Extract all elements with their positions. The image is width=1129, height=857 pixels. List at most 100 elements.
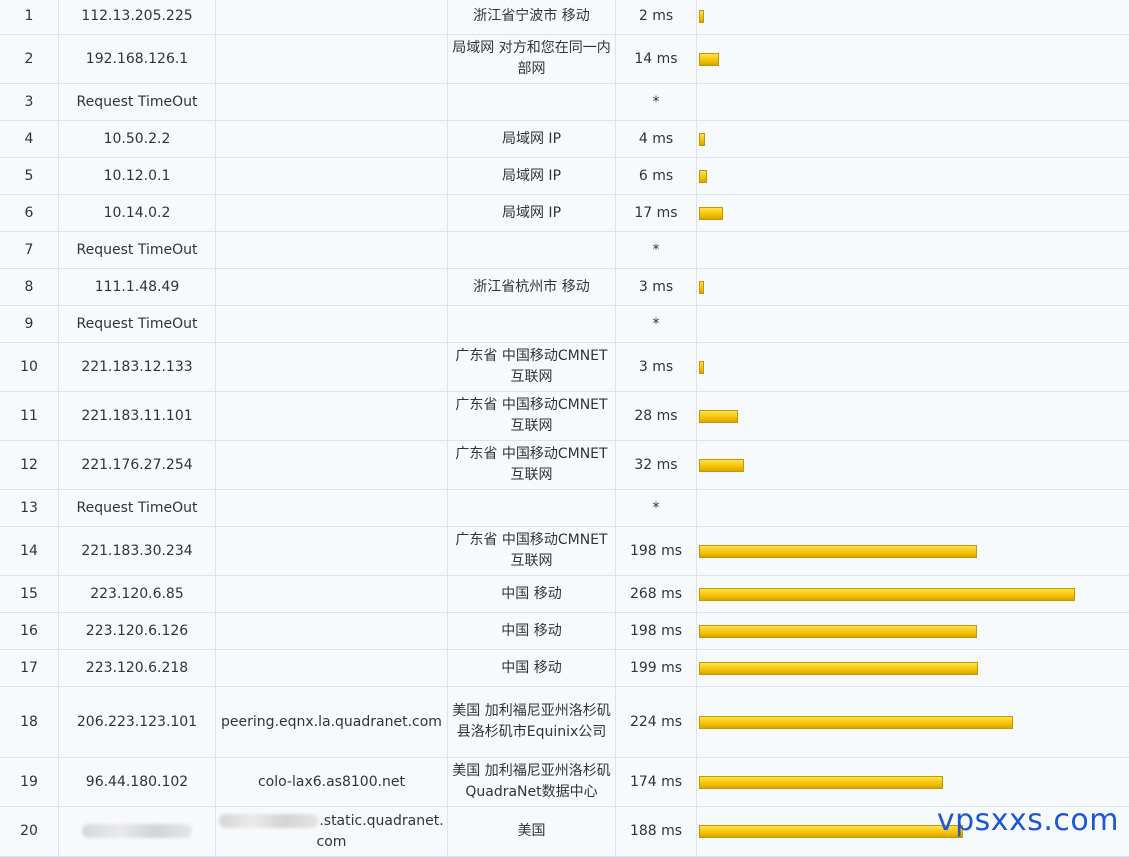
hop-time: 3 ms — [616, 343, 697, 392]
hop-ip: 221.183.11.101 — [59, 392, 216, 441]
hop-location — [448, 84, 616, 121]
hop-hostname — [216, 232, 448, 269]
latency-bar-cell — [697, 0, 1129, 35]
hop-row: 16223.120.6.126中国 移动198 ms — [0, 613, 1129, 650]
hop-row: 8111.1.48.49浙江省杭州市 移动3 ms — [0, 269, 1129, 306]
hop-hostname — [216, 613, 448, 650]
hop-row: 14221.183.30.234广东省 中国移动CMNET互联网198 ms — [0, 527, 1129, 576]
hop-location: 美国 — [448, 807, 616, 857]
latency-bar-cell — [697, 232, 1129, 269]
hop-location: 局域网 IP — [448, 158, 616, 195]
latency-bar-cell — [697, 343, 1129, 392]
latency-bar — [699, 825, 963, 838]
latency-bar — [699, 170, 707, 183]
hop-hostname — [216, 392, 448, 441]
hop-ip: 221.183.30.234 — [59, 527, 216, 576]
hop-hostname — [216, 195, 448, 232]
hop-hostname — [216, 306, 448, 343]
hop-time: 32 ms — [616, 441, 697, 490]
hop-location — [448, 490, 616, 527]
latency-bar — [699, 625, 977, 638]
hop-ip: Request TimeOut — [59, 84, 216, 121]
hop-time: 3 ms — [616, 269, 697, 306]
latency-bar — [699, 133, 705, 146]
latency-bar-cell — [697, 527, 1129, 576]
hop-hostname — [216, 0, 448, 35]
hop-number: 4 — [0, 121, 59, 158]
hop-hostname — [216, 121, 448, 158]
hop-time: 199 ms — [616, 650, 697, 687]
hop-ip: 111.1.48.49 — [59, 269, 216, 306]
latency-bar-cell — [697, 195, 1129, 232]
hop-row: 7Request TimeOut* — [0, 232, 1129, 269]
hop-number: 19 — [0, 758, 59, 807]
hop-hostname — [216, 35, 448, 84]
hop-time: 2 ms — [616, 0, 697, 35]
hop-row: 410.50.2.2局域网 IP4 ms — [0, 121, 1129, 158]
latency-bar — [699, 716, 1013, 729]
latency-bar — [699, 410, 738, 423]
latency-bar-cell — [697, 158, 1129, 195]
hop-number: 12 — [0, 441, 59, 490]
hop-row: 11221.183.11.101广东省 中国移动CMNET互联网28 ms — [0, 392, 1129, 441]
hop-ip: 206.223.123.101 — [59, 687, 216, 758]
hop-hostname: .static.quadranet.com — [216, 807, 448, 857]
latency-bar-cell — [697, 490, 1129, 527]
hop-row: 17223.120.6.218中国 移动199 ms — [0, 650, 1129, 687]
hop-location: 广东省 中国移动CMNET互联网 — [448, 441, 616, 490]
hop-hostname — [216, 343, 448, 392]
hop-hostname — [216, 158, 448, 195]
redacted-host-prefix — [219, 814, 319, 828]
hop-number: 13 — [0, 490, 59, 527]
hop-ip: 112.13.205.225 — [59, 0, 216, 35]
latency-bar-cell — [697, 687, 1129, 758]
hop-hostname — [216, 650, 448, 687]
hop-number: 3 — [0, 84, 59, 121]
hop-row: 9Request TimeOut* — [0, 306, 1129, 343]
hop-row: 13Request TimeOut* — [0, 490, 1129, 527]
hop-number: 2 — [0, 35, 59, 84]
traceroute-table: 1112.13.205.225 浙江省宁波市 移动2 ms 2192.168.126… — [0, 0, 1129, 857]
redacted-ip — [82, 824, 192, 838]
hop-location — [448, 232, 616, 269]
hop-time: 17 ms — [616, 195, 697, 232]
hop-ip: 223.120.6.85 — [59, 576, 216, 613]
hop-time: 198 ms — [616, 527, 697, 576]
latency-bar — [699, 662, 978, 675]
hop-row: 510.12.0.1局域网 IP6 ms — [0, 158, 1129, 195]
hop-time: 224 ms — [616, 687, 697, 758]
hop-time: 268 ms — [616, 576, 697, 613]
hop-ip: 192.168.126.1 — [59, 35, 216, 84]
hop-time: 4 ms — [616, 121, 697, 158]
hop-hostname: colo-lax6.as8100.net — [216, 758, 448, 807]
hop-location: 浙江省宁波市 移动 — [448, 0, 616, 35]
hop-row: 12221.176.27.254 广东省 中国移动CMNET互联网32 ms — [0, 441, 1129, 490]
hop-number: 20 — [0, 807, 59, 857]
latency-bar-cell — [697, 758, 1129, 807]
hop-number: 10 — [0, 343, 59, 392]
hop-hostname — [216, 490, 448, 527]
latency-bar-cell — [697, 306, 1129, 343]
hop-ip — [59, 807, 216, 857]
hop-ip: 221.176.27.254 — [59, 441, 216, 490]
hop-ip: Request TimeOut — [59, 306, 216, 343]
latency-bar-cell — [697, 84, 1129, 121]
hop-number: 15 — [0, 576, 59, 613]
hop-number: 6 — [0, 195, 59, 232]
hop-number: 16 — [0, 613, 59, 650]
hop-row: 610.14.0.2局域网 IP17 ms — [0, 195, 1129, 232]
hop-row: 15223.120.6.85中国 移动268 ms — [0, 576, 1129, 613]
latency-bar — [699, 776, 943, 789]
hop-hostname: peering.eqnx.la.quadranet.com — [216, 687, 448, 758]
hop-number: 7 — [0, 232, 59, 269]
hop-time: * — [616, 84, 697, 121]
hop-number: 1 — [0, 0, 59, 35]
hop-ip: 223.120.6.218 — [59, 650, 216, 687]
latency-bar — [699, 459, 744, 472]
hop-location: 美国 加利福尼亚州洛杉矶QuadraNet数据中心 — [448, 758, 616, 807]
latency-bar — [699, 281, 704, 294]
latency-bar — [699, 361, 704, 374]
hop-location: 局域网 IP — [448, 121, 616, 158]
hop-time: 28 ms — [616, 392, 697, 441]
hop-location: 广东省 中国移动CMNET互联网 — [448, 392, 616, 441]
